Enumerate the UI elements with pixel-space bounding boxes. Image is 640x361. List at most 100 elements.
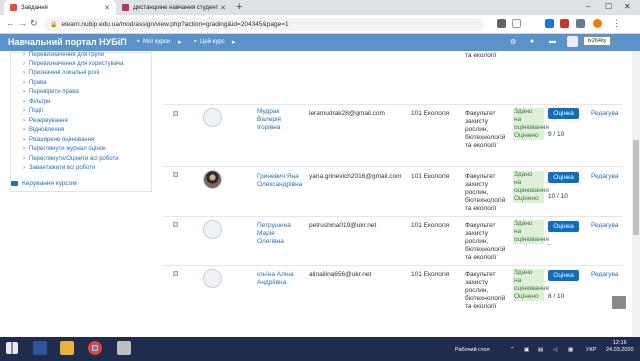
menu-item-view-all-submissions[interactable]: › Переглянути/Оцінити всі роботи	[23, 156, 119, 162]
status-badge: Здано на оцінювання Оцінено	[513, 108, 549, 140]
address-bar: ← → ↻ 🔒 elearn.nubip.edu.ua/mod/assign/v…	[0, 15, 640, 34]
tray-app-icon[interactable]: ▣	[524, 347, 529, 353]
menu-item-backup[interactable]: › Резервування	[23, 118, 68, 124]
chevron-right-icon: ›	[23, 70, 25, 76]
extension-red-icon[interactable]	[560, 19, 569, 28]
clock-time: 12:16	[612, 340, 627, 346]
clock-date: 24.03.2020	[606, 347, 634, 353]
chevron-right-icon: ›	[23, 118, 25, 124]
student-group: 101 Екологія	[411, 110, 450, 117]
student-group: 101 Екологія	[411, 222, 450, 229]
menu-item-restore[interactable]: › Відновлення	[23, 127, 64, 133]
start-icon[interactable]	[6, 342, 18, 354]
student-email: alinailina656@ukr.net	[309, 271, 372, 278]
close-icon[interactable]: ✕	[104, 4, 110, 12]
scrollbar-thumb[interactable]	[633, 140, 639, 235]
translate-icon[interactable]	[497, 19, 506, 28]
menu-item-check-permissions[interactable]: › Перевірити права	[23, 89, 79, 95]
grade-button[interactable]: Оцінка	[548, 270, 579, 281]
tray-misc-icon[interactable]: ▦	[568, 347, 573, 353]
maximize-icon[interactable]: ☐	[605, 2, 612, 11]
row-divider	[163, 166, 623, 167]
minimize-icon[interactable]: –	[586, 2, 590, 11]
chrome-icon[interactable]	[88, 341, 102, 355]
tab-label: Завдання	[21, 4, 48, 11]
grade-value: 10 / 10	[548, 193, 568, 200]
grade-value: 8 / 10	[548, 293, 565, 300]
close-window-icon[interactable]: ✕	[624, 2, 631, 11]
settings-icon[interactable]: ⚙	[510, 38, 516, 46]
extension-grey-icon[interactable]	[576, 19, 585, 28]
menu-item-group-overrides[interactable]: › Перевизначення для групи	[23, 52, 104, 58]
select-checkbox[interactable]	[173, 172, 178, 177]
new-tab-icon[interactable]: +	[236, 1, 242, 13]
select-checkbox[interactable]	[173, 271, 178, 276]
bookmark-star-icon[interactable]	[512, 19, 521, 28]
chevron-right-icon: ▸	[232, 39, 236, 46]
course-admin-link[interactable]: Керування курсом	[11, 180, 77, 187]
student-name-link[interactable]: Ільїна Аліна Андріївна	[257, 271, 313, 287]
word-icon[interactable]	[33, 341, 47, 355]
url-field[interactable]: 🔒 elearn.nubip.edu.ua/mod/assign/view.ph…	[44, 18, 484, 31]
my-courses-menu[interactable]: Мої курси	[143, 39, 170, 45]
student-email: leramudrak28@gmail.com	[309, 110, 385, 117]
system-clock[interactable]: 12:16 24.03.2020	[606, 340, 634, 354]
menu-item-permissions[interactable]: › Права	[23, 80, 46, 86]
tab-distance-learning[interactable]: Дистанційне навчання студент ✕	[116, 0, 232, 15]
url-text: elearn.nubip.edu.ua/mod/assign/view.php?…	[61, 21, 289, 28]
menu-item-local-roles[interactable]: › Призначені локальні ролі	[23, 70, 99, 76]
profile-icon[interactable]	[593, 19, 602, 28]
student-group: 101 Екологія	[411, 271, 450, 278]
grade-button[interactable]: Оцінка	[548, 172, 579, 183]
this-course-menu[interactable]: Цей курс	[200, 39, 225, 45]
user-picture	[203, 269, 222, 288]
user-picture	[203, 220, 222, 239]
student-name-link[interactable]: Гриневич Яна Олександрівна	[257, 173, 313, 189]
forward-icon[interactable]: →	[18, 18, 27, 28]
reload-icon[interactable]: ↻	[30, 18, 38, 29]
back-to-top-button[interactable]	[612, 296, 626, 309]
user-avatar[interactable]	[567, 36, 578, 47]
select-checkbox[interactable]	[173, 222, 178, 227]
student-name-link[interactable]: Мудрак Валерія Ігорівна	[257, 108, 313, 132]
grade-button[interactable]: Оцінка	[548, 221, 579, 232]
chevron-right-icon: ▸	[178, 39, 182, 46]
grade-button[interactable]: Оцінка	[548, 108, 579, 119]
edit-menu-link[interactable]: Редагува	[591, 271, 619, 278]
file-explorer-icon[interactable]	[60, 341, 74, 355]
status-badge: Здано на оцінювання	[513, 220, 549, 244]
site-navbar: Навчальний портал НУБіП ▪ Мої курси ▸ ▪ …	[0, 34, 640, 51]
language-indicator[interactable]: УКР	[586, 347, 596, 353]
close-icon[interactable]: ✕	[220, 4, 226, 12]
row-divider	[163, 216, 623, 217]
app-icon[interactable]	[117, 341, 131, 355]
volume-icon[interactable]: ◁	[553, 347, 557, 353]
tray-expand-icon[interactable]: ⌃	[510, 347, 515, 353]
network-icon[interactable]: ▤	[538, 347, 543, 353]
edit-menu-link[interactable]: Редагува	[591, 110, 619, 117]
messages-icon[interactable]: ▬	[549, 38, 556, 45]
notifications-icon[interactable]: ●	[530, 38, 534, 45]
back-icon[interactable]: ←	[6, 18, 15, 28]
menu-dots-icon[interactable]: ⋮	[612, 18, 621, 29]
desktop-toolbar-label[interactable]: Рабочий стол	[455, 347, 490, 353]
menu-item-events[interactable]: › Події	[23, 108, 43, 114]
edit-menu-link[interactable]: Редагува	[591, 222, 619, 229]
tab-assignment[interactable]: Завдання ✕	[4, 0, 116, 15]
status-badge: Здано на оцінювання Оцінено	[513, 269, 549, 301]
grade-value: -	[548, 241, 551, 248]
row-divider	[163, 104, 623, 105]
menu-item-advanced-grading[interactable]: › Розширене оцінювання	[23, 137, 94, 143]
site-brand[interactable]: Навчальний портал НУБіП	[8, 37, 127, 47]
menu-item-filters[interactable]: › Фільтри	[23, 99, 51, 105]
lock-icon: 🔒	[50, 22, 58, 28]
courses-icon: ▪	[137, 38, 140, 45]
extension-icon[interactable]	[545, 19, 554, 28]
student-name-link[interactable]: Петрушина Марія Олегівна	[257, 222, 313, 246]
menu-item-view-gradebook[interactable]: › Переглянути журнал оцінок	[23, 146, 106, 152]
chevron-right-icon: ›	[23, 80, 25, 86]
menu-item-user-overrides[interactable]: › Перевизначення для користувача	[23, 61, 123, 67]
menu-item-download-all[interactable]: › Завантажити всі роботи	[23, 165, 95, 171]
select-checkbox[interactable]	[173, 111, 178, 116]
edit-menu-link[interactable]: Редагува	[591, 173, 619, 180]
